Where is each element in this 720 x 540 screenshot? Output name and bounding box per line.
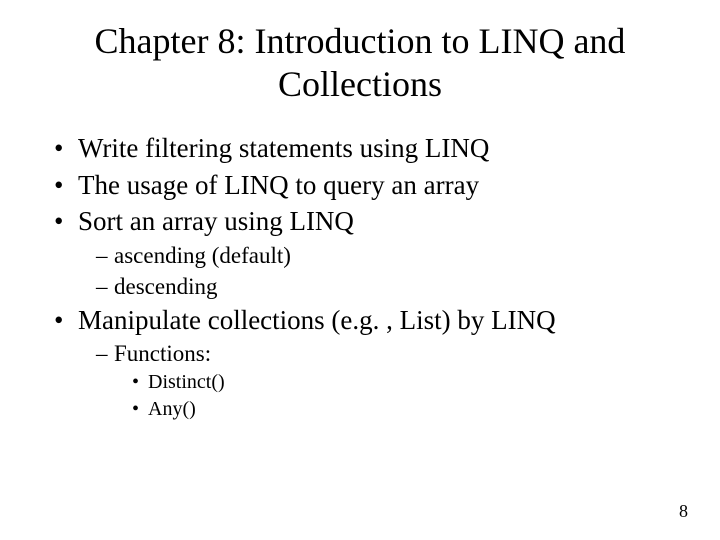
slide-title: Chapter 8: Introduction to LINQ and Coll… (30, 20, 690, 106)
bullet-text: Manipulate collections (e.g. , List) by … (78, 305, 556, 335)
sub-sub-bullet-text: Distinct() (148, 371, 225, 393)
sub-sub-bullet-item: Any() (132, 396, 690, 423)
bullet-text: Sort an array using LINQ (78, 206, 354, 236)
sub-bullet-item: ascending (default) (96, 240, 690, 271)
sub-bullet-text: Functions: (114, 341, 211, 366)
bullet-item: Write filtering statements using LINQ (54, 130, 690, 166)
bullet-text: The usage of LINQ to query an array (78, 170, 479, 200)
main-bullet-list: Write filtering statements using LINQ Th… (30, 130, 690, 423)
page-number: 8 (679, 501, 688, 522)
sub-sub-bullet-text: Any() (148, 398, 196, 420)
sub-sub-list: Distinct() Any() (114, 369, 690, 423)
sub-bullet-text: descending (114, 274, 217, 299)
sub-sub-bullet-item: Distinct() (132, 369, 690, 396)
sub-bullet-item: Functions: Distinct() Any() (96, 338, 690, 423)
bullet-item: The usage of LINQ to query an array (54, 167, 690, 203)
bullet-item: Manipulate collections (e.g. , List) by … (54, 302, 690, 423)
sub-bullet-text: ascending (default) (114, 243, 291, 268)
sub-list: ascending (default) descending (78, 240, 690, 302)
sub-bullet-item: descending (96, 271, 690, 302)
bullet-text: Write filtering statements using LINQ (78, 133, 489, 163)
sub-list: Functions: Distinct() Any() (78, 338, 690, 423)
bullet-item: Sort an array using LINQ ascending (defa… (54, 203, 690, 302)
